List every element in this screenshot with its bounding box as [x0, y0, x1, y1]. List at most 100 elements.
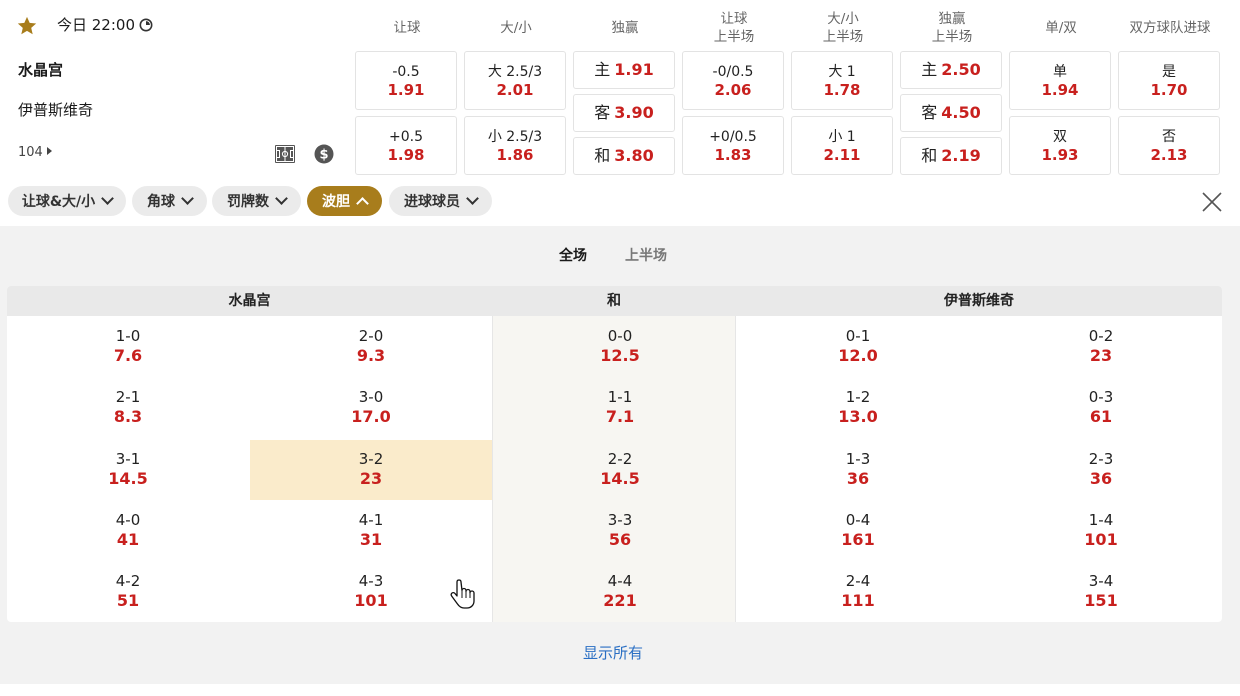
chevron-down-icon — [101, 192, 115, 205]
score-option[interactable]: 4-2 51 — [7, 571, 249, 611]
score-option[interactable]: 2-1 8.3 — [7, 387, 249, 427]
favorite-star-icon[interactable] — [16, 15, 38, 37]
odds-cell-handicap-away[interactable]: +0.5 1.98 — [355, 116, 457, 175]
tab-first-half[interactable]: 上半场 — [625, 246, 667, 266]
col-header-moneyline: 独赢 — [611, 20, 639, 36]
score-option[interactable]: 3-0 17.0 — [250, 387, 492, 427]
odds-label: 小 1 — [828, 128, 856, 145]
tab-full-time[interactable]: 全场 — [559, 246, 587, 266]
odds-cell-moneyline-draw[interactable]: 和 3.80 — [573, 137, 675, 175]
filter-pill-cards[interactable]: 罚牌数 — [212, 186, 301, 216]
close-icon[interactable] — [1200, 190, 1224, 214]
odds-value: 2.01 — [496, 80, 534, 99]
score-odds: 161 — [841, 530, 875, 549]
col-header-line2: 上半场 — [931, 29, 973, 45]
score-option[interactable]: 1-0 7.6 — [7, 326, 249, 366]
score-option[interactable]: 2-0 9.3 — [250, 326, 492, 366]
score-label: 3-0 — [358, 388, 384, 406]
odds-label: 客 — [921, 103, 938, 122]
odds-cell-odd[interactable]: 单 1.94 — [1009, 51, 1111, 110]
score-odds: 9.3 — [356, 346, 386, 365]
odds-cell-over-1h[interactable]: 大 1 1.78 — [791, 51, 893, 110]
correct-score-panel: 水晶宫 和 伊普斯维奇 1-0 7.6 2-1 8.3 3-1 14.5 4-0 41 4-2 5… — [7, 286, 1222, 622]
odds-label: 否 — [1162, 128, 1176, 145]
odds-label: 大 1 — [828, 63, 856, 80]
col-header-line1: 让球 — [720, 11, 748, 27]
filter-pill-correct-score[interactable]: 波胆 — [307, 186, 382, 216]
odds-value: 2.13 — [1150, 145, 1188, 164]
score-option[interactable]: 4-1 31 — [250, 510, 492, 550]
odds-cell-btts-no[interactable]: 否 2.13 — [1118, 116, 1220, 175]
score-option[interactable]: 0-0 12.5 — [499, 326, 741, 366]
score-option[interactable]: 1-4 101 — [980, 510, 1222, 550]
score-label: 1-2 — [845, 388, 871, 406]
show-all-link[interactable]: 显示所有 — [583, 643, 643, 663]
score-label: 4-2 — [115, 572, 141, 590]
odds-label: 和 — [594, 146, 611, 165]
score-label: 2-0 — [358, 327, 384, 345]
odds-value: 2.50 — [941, 60, 981, 79]
filter-pill-goalscorer[interactable]: 进球球员 — [389, 186, 492, 216]
live-clock-icon — [139, 18, 153, 32]
score-option[interactable]: 1-1 7.1 — [499, 387, 741, 427]
odds-value: 1.86 — [496, 145, 534, 164]
odds-label: 双 — [1053, 128, 1067, 145]
score-option[interactable]: 3-2 23 — [250, 449, 492, 489]
odds-value: 1.91 — [614, 60, 654, 79]
odds-cell-btts-yes[interactable]: 是 1.70 — [1118, 51, 1220, 110]
odds-cell-handicap-1h-home[interactable]: -0/0.5 2.06 — [682, 51, 784, 110]
score-option[interactable]: 3-1 14.5 — [7, 449, 249, 489]
odds-cell-moneyline-away[interactable]: 客 3.90 — [573, 94, 675, 132]
score-label: 2-2 — [607, 450, 633, 468]
score-label: 3-4 — [1088, 572, 1114, 590]
score-odds: 7.1 — [605, 407, 635, 426]
filter-pill-handicap-ou[interactable]: 让球&大/小 — [8, 186, 126, 216]
score-odds: 8.3 — [113, 407, 143, 426]
more-markets-link[interactable]: 104 — [18, 144, 52, 162]
score-option[interactable]: 2-3 36 — [980, 449, 1222, 489]
score-odds: 12.5 — [600, 346, 640, 365]
odds-cell-even[interactable]: 双 1.93 — [1009, 116, 1111, 175]
odds-cell-handicap-1h-away[interactable]: +0/0.5 1.83 — [682, 116, 784, 175]
correct-score-header: 水晶宫 和 伊普斯维奇 — [7, 286, 1222, 316]
odds-cell-under-1h[interactable]: 小 1 2.11 — [791, 116, 893, 175]
odds-cell-handicap-home[interactable]: -0.5 1.91 — [355, 51, 457, 110]
score-option[interactable]: 4-4 221 — [499, 571, 741, 611]
filter-pill-corners[interactable]: 角球 — [132, 186, 207, 216]
odds-cell-moneyline-home[interactable]: 主 1.91 — [573, 51, 675, 89]
odds-label: +0.5 — [389, 128, 423, 145]
odds-value: 1.98 — [387, 145, 425, 164]
pitch-icon[interactable] — [274, 143, 296, 165]
col-header-overunder-1h: 大/小 上半场 — [791, 8, 895, 48]
score-option[interactable]: 1-2 13.0 — [737, 387, 979, 427]
score-label: 4-1 — [358, 511, 384, 529]
score-option[interactable]: 1-3 36 — [737, 449, 979, 489]
score-option[interactable]: 0-1 12.0 — [737, 326, 979, 366]
away-team-name[interactable]: 伊普斯维奇 — [18, 100, 93, 120]
odds-cell-under[interactable]: 小 2.5/3 1.86 — [464, 116, 566, 175]
score-option[interactable]: 2-2 14.5 — [499, 449, 741, 489]
odds-value: 1.70 — [1150, 80, 1188, 99]
odds-cell-over[interactable]: 大 2.5/3 2.01 — [464, 51, 566, 110]
odds-value: 1.93 — [1041, 145, 1079, 164]
score-label: 3-2 — [358, 450, 384, 468]
home-team-name[interactable]: 水晶宫 — [18, 60, 63, 80]
score-label: 0-1 — [845, 327, 871, 345]
score-option[interactable]: 4-0 41 — [7, 510, 249, 550]
odds-value: 1.83 — [714, 145, 752, 164]
score-option[interactable]: 0-4 161 — [737, 510, 979, 550]
odds-cell-moneyline-1h-away[interactable]: 客 4.50 — [900, 94, 1002, 132]
odds-cell-moneyline-1h-home[interactable]: 主 2.50 — [900, 51, 1002, 89]
score-option[interactable]: 3-3 56 — [499, 510, 741, 550]
score-label: 4-4 — [607, 572, 633, 590]
hand-cursor-icon — [450, 579, 475, 609]
chevron-up-icon — [356, 196, 369, 210]
odds-cell-moneyline-1h-draw[interactable]: 和 2.19 — [900, 137, 1002, 175]
score-option[interactable]: 0-3 61 — [980, 387, 1222, 427]
score-option[interactable]: 0-2 23 — [980, 326, 1222, 366]
col-header-line1: 独赢 — [938, 11, 966, 27]
score-odds: 31 — [359, 530, 383, 549]
score-option[interactable]: 2-4 111 — [737, 571, 979, 611]
score-option[interactable]: 3-4 151 — [980, 571, 1222, 611]
cashout-dollar-icon[interactable]: $ — [314, 144, 334, 164]
